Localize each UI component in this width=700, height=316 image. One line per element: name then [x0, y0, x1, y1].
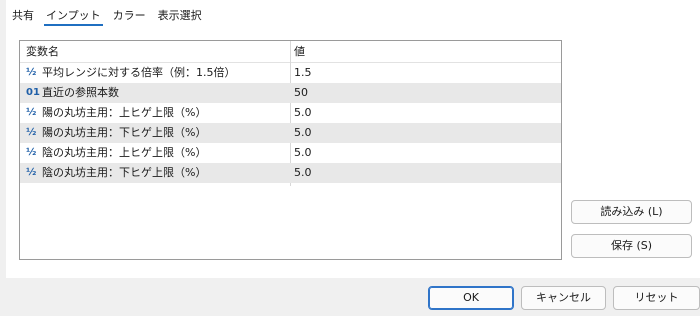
variable-value[interactable]: 50: [294, 83, 308, 103]
variable-name: 陰の丸坊主用：上ヒゲ上限（%）: [42, 146, 207, 159]
tab-common[interactable]: 共有: [6, 0, 40, 28]
table-row[interactable]: ½ 陰の丸坊主用：上ヒゲ上限（%） 5.0: [20, 143, 561, 163]
variable-value[interactable]: 5.0: [294, 123, 312, 143]
table-row[interactable]: ½ 陽の丸坊主用：上ヒゲ上限（%） 5.0: [20, 103, 561, 123]
tab-bar: 共有 インプット カラー 表示選択: [6, 0, 208, 28]
ok-button[interactable]: OK: [428, 286, 514, 310]
table-row[interactable]: ½ 陽の丸坊主用：下ヒゲ上限（%） 5.0: [20, 123, 561, 143]
variable-value[interactable]: 5.0: [294, 143, 312, 163]
column-header-variable-name[interactable]: 変数名: [26, 41, 59, 63]
reset-button[interactable]: リセット: [613, 286, 700, 310]
fraction-icon: ½: [26, 127, 37, 138]
variable-name: 直近の参照本数: [42, 86, 119, 99]
table-row[interactable]: ½ 平均レンジに対する倍率（例：1.5倍） 1.5: [20, 63, 561, 83]
variable-name: 陽の丸坊主用：上ヒゲ上限（%）: [42, 106, 207, 119]
tab-visibility[interactable]: 表示選択: [152, 0, 208, 28]
variable-value[interactable]: 1.5: [294, 63, 312, 83]
integer-icon: 01: [26, 87, 40, 98]
variable-name: 平均レンジに対する倍率（例：1.5倍）: [42, 66, 236, 79]
column-header-value[interactable]: 値: [294, 41, 305, 63]
variable-value[interactable]: 5.0: [294, 163, 312, 183]
table-row[interactable]: 01 直近の参照本数 50: [20, 83, 561, 103]
save-button[interactable]: 保存 (S): [571, 234, 692, 258]
table-row[interactable]: ½ 陰の丸坊主用：下ヒゲ上限（%） 5.0: [20, 163, 561, 183]
cancel-button[interactable]: キャンセル: [521, 286, 606, 310]
load-button[interactable]: 読み込み (L): [571, 200, 692, 224]
inputs-grid: 変数名 値 ½ 平均レンジに対する倍率（例：1.5倍） 1.5 01 直近の参照…: [19, 40, 562, 260]
fraction-icon: ½: [26, 147, 37, 158]
fraction-icon: ½: [26, 67, 37, 78]
variable-name: 陰の丸坊主用：下ヒゲ上限（%）: [42, 166, 207, 179]
fraction-icon: ½: [26, 167, 37, 178]
variable-value[interactable]: 5.0: [294, 103, 312, 123]
fraction-icon: ½: [26, 107, 37, 118]
tab-inputs[interactable]: インプット: [40, 0, 107, 28]
variable-name: 陽の丸坊主用：下ヒゲ上限（%）: [42, 126, 207, 139]
tab-colors[interactable]: カラー: [107, 0, 152, 28]
